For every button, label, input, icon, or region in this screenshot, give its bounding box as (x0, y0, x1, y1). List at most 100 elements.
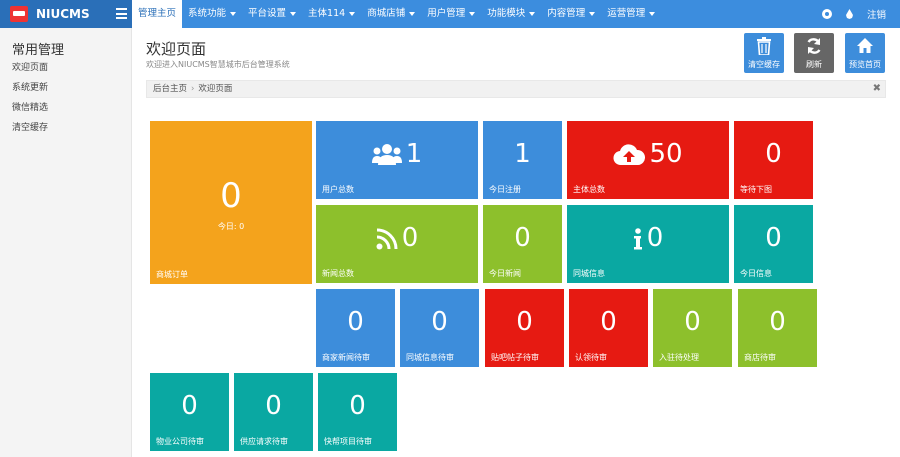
tile-value-row: 1 (316, 139, 478, 169)
nav-home[interactable]: 管理主页 (132, 0, 183, 28)
tile-orders[interactable]: 0 今日: 0 商城订单 (150, 121, 312, 284)
preview-home-label: 预览首页 (849, 60, 881, 69)
tile-value: 0 (684, 307, 701, 337)
close-icon[interactable]: ✖ (873, 81, 881, 97)
nav-content[interactable]: 内容管理 (541, 0, 601, 28)
tile-pending-image[interactable]: 0 等待下图 (734, 121, 813, 199)
tile-express-pending[interactable]: 0 快帮项目待审 (318, 373, 397, 451)
tile-label: 同城信息 (573, 269, 605, 278)
cloud-upload-icon (613, 143, 646, 165)
breadcrumb-separator: › (191, 84, 195, 94)
info-icon (633, 227, 642, 249)
breadcrumb-home[interactable]: 后台主页 (153, 84, 187, 94)
tile-value: 1 (514, 139, 531, 169)
main-nav: 管理主页 系统功能 平台设置 主体114 商城店铺 用户管理 功能模块 内容管理… (132, 0, 661, 28)
tile-label: 认领待审 (575, 353, 607, 362)
nav-label: 用户管理 (427, 8, 466, 19)
sidebar-item-update[interactable]: 系统更新 (12, 80, 48, 93)
breadcrumb-current: 欢迎页面 (198, 84, 233, 94)
tile-posts-pending[interactable]: 0 贴吧帖子待审 (485, 289, 564, 367)
logo-icon (10, 6, 28, 22)
nav-platform[interactable]: 平台设置 (242, 0, 302, 28)
tile-property-pending[interactable]: 0 物业公司待审 (150, 373, 229, 451)
tile-label: 新闻总数 (322, 269, 354, 278)
tile-city-info-pending[interactable]: 0 同城信息待审 (400, 289, 479, 367)
tile-today-news[interactable]: 0 今日新闻 (483, 205, 562, 283)
nav-label: 平台设置 (248, 8, 287, 19)
nav-label: 运营管理 (607, 8, 646, 19)
nav-shop[interactable]: 商城店铺 (361, 0, 421, 28)
tile-supply-pending[interactable]: 0 供应请求待审 (234, 373, 313, 451)
caret-down-icon (290, 11, 297, 16)
nav-label: 系统功能 (188, 8, 227, 19)
nav-right: 注销 (821, 0, 886, 28)
nav-label: 功能模块 (487, 8, 526, 19)
tile-value: 0 (646, 223, 664, 253)
tile-label: 商家新闻待审 (322, 353, 370, 362)
tile-today-register[interactable]: 1 今日注册 (483, 121, 562, 199)
sidebar: 常用管理 欢迎页面 系统更新 微信精选 清空缓存 (0, 28, 132, 457)
theme-drop-icon[interactable] (845, 9, 853, 19)
sidebar-item-welcome[interactable]: 欢迎页面 (12, 60, 48, 73)
trash-icon (757, 37, 771, 55)
brand[interactable]: NIUCMS (0, 0, 132, 28)
sidebar-item-clear-cache[interactable]: 清空缓存 (12, 120, 48, 133)
tile-news[interactable]: 0 新闻总数 (316, 205, 478, 283)
caret-down-icon (589, 11, 596, 16)
nav-modules[interactable]: 功能模块 (481, 0, 541, 28)
nav-label: 商城店铺 (367, 8, 406, 19)
tile-label: 贴吧帖子待审 (491, 353, 539, 362)
tile-today: 今日: 0 (217, 222, 245, 231)
preview-home-button[interactable]: 预览首页 (845, 33, 885, 73)
tile-today-info[interactable]: 0 今日信息 (734, 205, 813, 283)
menu-toggle-icon[interactable] (116, 8, 127, 19)
nav-system[interactable]: 系统功能 (182, 0, 242, 28)
tile-value: 0 (431, 307, 448, 337)
tile-label: 供应请求待审 (240, 437, 288, 446)
tile-label: 入驻待处理 (659, 353, 699, 362)
top-navbar: NIUCMS 管理主页 系统功能 平台设置 主体114 商城店铺 用户管理 功能… (0, 0, 900, 28)
nav-users[interactable]: 用户管理 (421, 0, 481, 28)
tile-label: 物业公司待审 (156, 437, 204, 446)
tile-label: 今日注册 (489, 185, 521, 194)
sidebar-item-wechat[interactable]: 微信精选 (12, 100, 48, 113)
tile-label: 等待下图 (740, 185, 772, 194)
caret-down-icon (649, 11, 656, 16)
nav-subject[interactable]: 主体114 (302, 0, 361, 28)
nav-label: 内容管理 (547, 8, 586, 19)
tile-city-info[interactable]: 0 同城信息 (567, 205, 729, 283)
clear-cache-label: 清空缓存 (748, 60, 780, 69)
tile-value: 0 (516, 307, 533, 337)
caret-down-icon (230, 11, 237, 16)
caret-down-icon (529, 11, 536, 16)
tile-value: 0 (769, 307, 786, 337)
nav-label: 主体114 (308, 8, 346, 19)
tile-subjects[interactable]: 50 主体总数 (567, 121, 729, 199)
tile-label: 今日信息 (740, 269, 772, 278)
tile-value: 0 (220, 176, 242, 216)
tile-value: 0 (765, 223, 782, 253)
tile-merchant-news-pending[interactable]: 0 商家新闻待审 (316, 289, 395, 367)
tile-value-row: 0 (316, 223, 478, 253)
tile-label: 用户总数 (322, 185, 354, 194)
tile-label: 今日新闻 (489, 269, 521, 278)
refresh-label: 刷新 (806, 60, 822, 69)
refresh-icon (807, 38, 821, 54)
tile-value-row: 0 (567, 223, 729, 253)
tile-label: 快帮项目待审 (324, 437, 372, 446)
breadcrumb: 后台主页 › 欢迎页面 ✖ (146, 80, 886, 98)
tile-value: 50 (649, 139, 683, 169)
tile-value: 0 (600, 307, 617, 337)
caret-down-icon (469, 11, 476, 16)
tile-label: 商店待审 (744, 353, 776, 362)
settings-icon[interactable] (821, 9, 832, 19)
tile-label: 主体总数 (573, 185, 605, 194)
tile-join-pending[interactable]: 0 入驻待处理 (653, 289, 732, 367)
tile-users[interactable]: 1 用户总数 (316, 121, 478, 199)
nav-operations[interactable]: 运营管理 (601, 0, 661, 28)
logout-link[interactable]: 注销 (867, 7, 886, 21)
tile-shop-pending[interactable]: 0 商店待审 (738, 289, 817, 367)
refresh-button[interactable]: 刷新 (794, 33, 834, 73)
tile-claim-pending[interactable]: 0 认领待审 (569, 289, 648, 367)
clear-cache-button[interactable]: 清空缓存 (744, 33, 784, 73)
